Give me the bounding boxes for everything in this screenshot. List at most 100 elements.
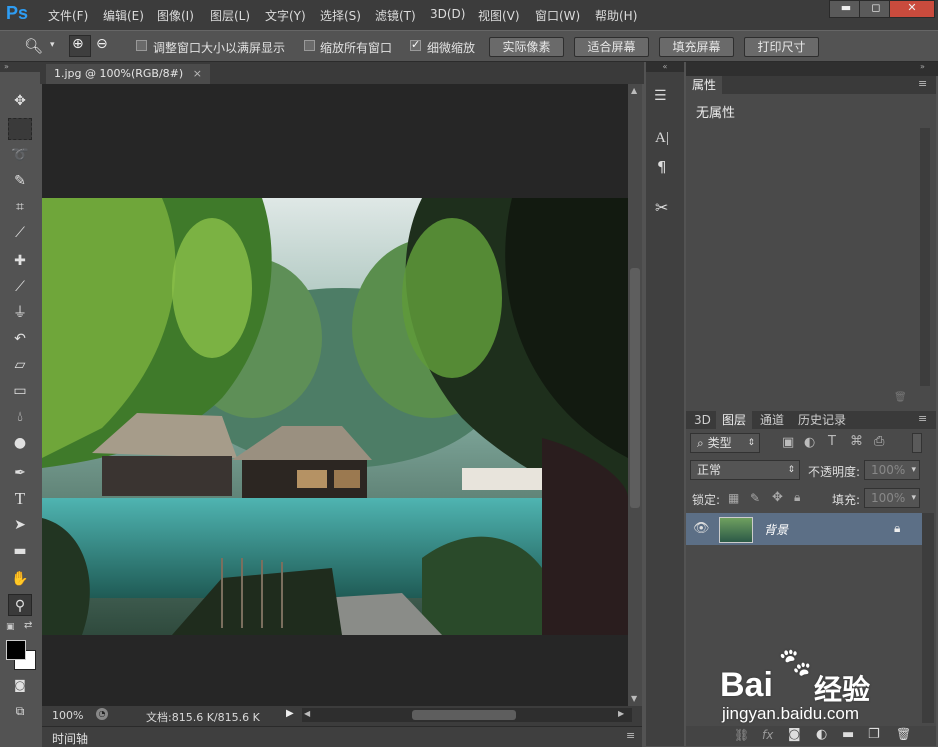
new-group-icon[interactable]: ▬ — [842, 727, 854, 742]
resize-windows-checkbox[interactable] — [136, 40, 147, 51]
filter-smart-object-icon[interactable]: ⎙ — [874, 434, 884, 449]
zoom-tool-icon[interactable]: 🔍︎ — [24, 37, 43, 55]
filter-adjustment-icon[interactable]: ◐ — [804, 435, 815, 450]
scrubby-zoom-checkbox[interactable] — [410, 38, 421, 51]
scroll-down-icon[interactable]: ▼ — [631, 694, 637, 703]
new-layer-icon[interactable]: ❐ — [868, 727, 880, 742]
filter-toggle-switch[interactable] — [912, 433, 922, 453]
zoom-out-icon[interactable]: ⊖ — [96, 36, 108, 52]
filter-shape-icon[interactable]: ⌘ — [850, 434, 863, 449]
new-adjustment-layer-icon[interactable]: ◐ — [816, 727, 827, 742]
brush-tool-icon[interactable]: ⟋ — [8, 276, 32, 298]
properties-dock-collapse-icon[interactable]: » — [920, 62, 925, 71]
tool-preset-dropdown-icon[interactable]: ▾ — [50, 40, 55, 50]
screen-mode-icon[interactable]: ⧉ — [8, 700, 32, 722]
menu-3d[interactable]: 3D(D) — [430, 7, 465, 21]
blur-tool-icon[interactable]: 💧︎ — [8, 406, 32, 428]
gradient-tool-icon[interactable]: ▭ — [8, 380, 32, 402]
zoom-in-icon[interactable]: ⊕ — [72, 36, 84, 52]
dodge-tool-icon[interactable]: ● — [8, 432, 32, 454]
zoom-tool-selected-icon[interactable]: ⚲ — [8, 594, 32, 616]
vertical-scrollbar-thumb[interactable] — [630, 268, 640, 508]
character-panel-icon[interactable]: A| — [655, 130, 669, 147]
menu-layer[interactable]: 图层(L) — [210, 7, 250, 24]
move-tool-icon[interactable]: ✥ — [8, 90, 32, 112]
document-tab[interactable]: 1.jpg @ 100%(RGB/8#) × — [46, 64, 210, 84]
healing-brush-tool-icon[interactable]: ✚ — [8, 250, 32, 272]
layer-row[interactable]: 👁︎ 背景 🔒︎ — [686, 513, 922, 545]
crop-tool-icon[interactable]: ⌗ — [8, 196, 32, 218]
layers-menu-icon[interactable]: ≡ — [918, 412, 927, 425]
rectangle-tool-icon[interactable]: ▬ — [8, 540, 32, 562]
timeline-panel-bar[interactable]: 时间轴 ≡ — [42, 726, 642, 747]
opacity-arrow-icon[interactable]: ▾ — [911, 461, 916, 479]
clone-stamp-tool-icon[interactable]: ⏚ — [8, 302, 32, 324]
opacity-input[interactable]: 100% ▾ — [864, 460, 920, 480]
tab-layers[interactable]: 图层 — [716, 411, 753, 429]
layer-style-fx-icon[interactable]: fx — [762, 728, 773, 742]
actual-pixels-button[interactable]: 实际像素 — [489, 37, 564, 57]
layer-name[interactable]: 背景 — [764, 521, 788, 538]
layer-filter-kind-dropdown[interactable]: ⌕ 类型 ⇕ — [690, 433, 760, 453]
history-brush-tool-icon[interactable]: ↶ — [8, 328, 32, 350]
type-tool-icon[interactable]: T — [8, 488, 32, 510]
lock-transparent-icon[interactable]: ▦ — [728, 491, 739, 505]
scroll-right-icon[interactable]: ▶ — [618, 709, 624, 718]
delete-layer-icon[interactable]: 🗑︎ — [896, 727, 911, 741]
fit-screen-button[interactable]: 适合屏幕 — [574, 37, 649, 57]
menu-file[interactable]: 文件(F) — [48, 7, 88, 24]
menu-type[interactable]: 文字(Y) — [265, 7, 306, 24]
pen-tool-icon[interactable]: ✒ — [8, 462, 32, 484]
lock-all-icon[interactable]: 🔒︎ — [794, 490, 800, 505]
filter-type-icon[interactable]: T — [828, 434, 836, 449]
close-window-button[interactable]: ✕ — [889, 0, 935, 18]
horizontal-scrollbar-thumb[interactable] — [412, 710, 516, 720]
add-mask-icon[interactable]: ◙ — [788, 727, 801, 742]
scroll-up-icon[interactable]: ▲ — [631, 86, 637, 95]
tab-3d[interactable]: 3D — [688, 411, 717, 429]
close-tab-icon[interactable]: × — [193, 67, 202, 80]
default-colors-icon[interactable]: ▣ — [6, 622, 15, 632]
marquee-tool-icon[interactable] — [8, 118, 32, 140]
status-info-icon[interactable]: ◔ — [96, 708, 108, 720]
zoom-all-windows-checkbox[interactable] — [304, 40, 315, 51]
quick-selection-tool-icon[interactable]: ✎ — [8, 170, 32, 192]
lock-position-icon[interactable]: ✥ — [772, 490, 783, 505]
menu-filter[interactable]: 滤镜(T) — [375, 7, 416, 24]
hand-tool-icon[interactable]: ✋ — [8, 568, 32, 590]
minimize-button[interactable]: ▬ — [829, 0, 863, 18]
lasso-tool-icon[interactable]: ➰ — [8, 144, 32, 166]
path-selection-tool-icon[interactable]: ➤ — [8, 514, 32, 536]
zoom-level[interactable]: 100% — [52, 709, 83, 722]
lock-image-icon[interactable]: ✎ — [750, 491, 760, 505]
layer-visibility-eye-icon[interactable]: 👁︎ — [693, 521, 710, 536]
print-size-button[interactable]: 打印尺寸 — [744, 37, 819, 57]
fill-input[interactable]: 100% ▾ — [864, 488, 920, 508]
collapse-toolbar-icon[interactable]: » — [0, 62, 40, 72]
tab-properties[interactable]: 属性 — [686, 76, 723, 94]
timeline-menu-icon[interactable]: ≡ — [626, 729, 635, 742]
quick-mask-icon[interactable]: ◙ — [8, 674, 32, 696]
tab-history[interactable]: 历史记录 — [792, 411, 852, 429]
link-layers-icon[interactable]: ⛓ — [734, 728, 749, 742]
scroll-left-icon[interactable]: ◀ — [304, 709, 310, 718]
filter-pixel-icon[interactable]: ▣ — [782, 435, 794, 450]
menu-window[interactable]: 窗口(W) — [535, 7, 580, 24]
fill-screen-button[interactable]: 填充屏幕 — [659, 37, 734, 57]
foreground-color-swatch[interactable] — [6, 640, 26, 660]
blend-mode-dropdown[interactable]: 正常 ⇕ — [690, 460, 800, 480]
menu-select[interactable]: 选择(S) — [320, 7, 361, 24]
status-menu-arrow-icon[interactable]: ▶ — [286, 708, 294, 719]
maximize-button[interactable]: ◻ — [859, 0, 893, 18]
menu-edit[interactable]: 编辑(E) — [103, 7, 144, 24]
eyedropper-tool-icon[interactable]: ⟋ — [8, 222, 32, 244]
tool-presets-icon[interactable]: ☰ — [654, 88, 667, 104]
eraser-tool-icon[interactable]: ▱ — [8, 354, 32, 376]
menu-help[interactable]: 帮助(H) — [595, 7, 637, 24]
properties-menu-icon[interactable]: ≡ — [918, 77, 927, 90]
menu-image[interactable]: 图像(I) — [157, 7, 194, 24]
fill-arrow-icon[interactable]: ▾ — [911, 489, 916, 507]
tab-channels[interactable]: 通道 — [754, 411, 790, 429]
menu-view[interactable]: 视图(V) — [478, 7, 520, 24]
brush-panel-icon[interactable]: ✂ — [655, 198, 668, 217]
